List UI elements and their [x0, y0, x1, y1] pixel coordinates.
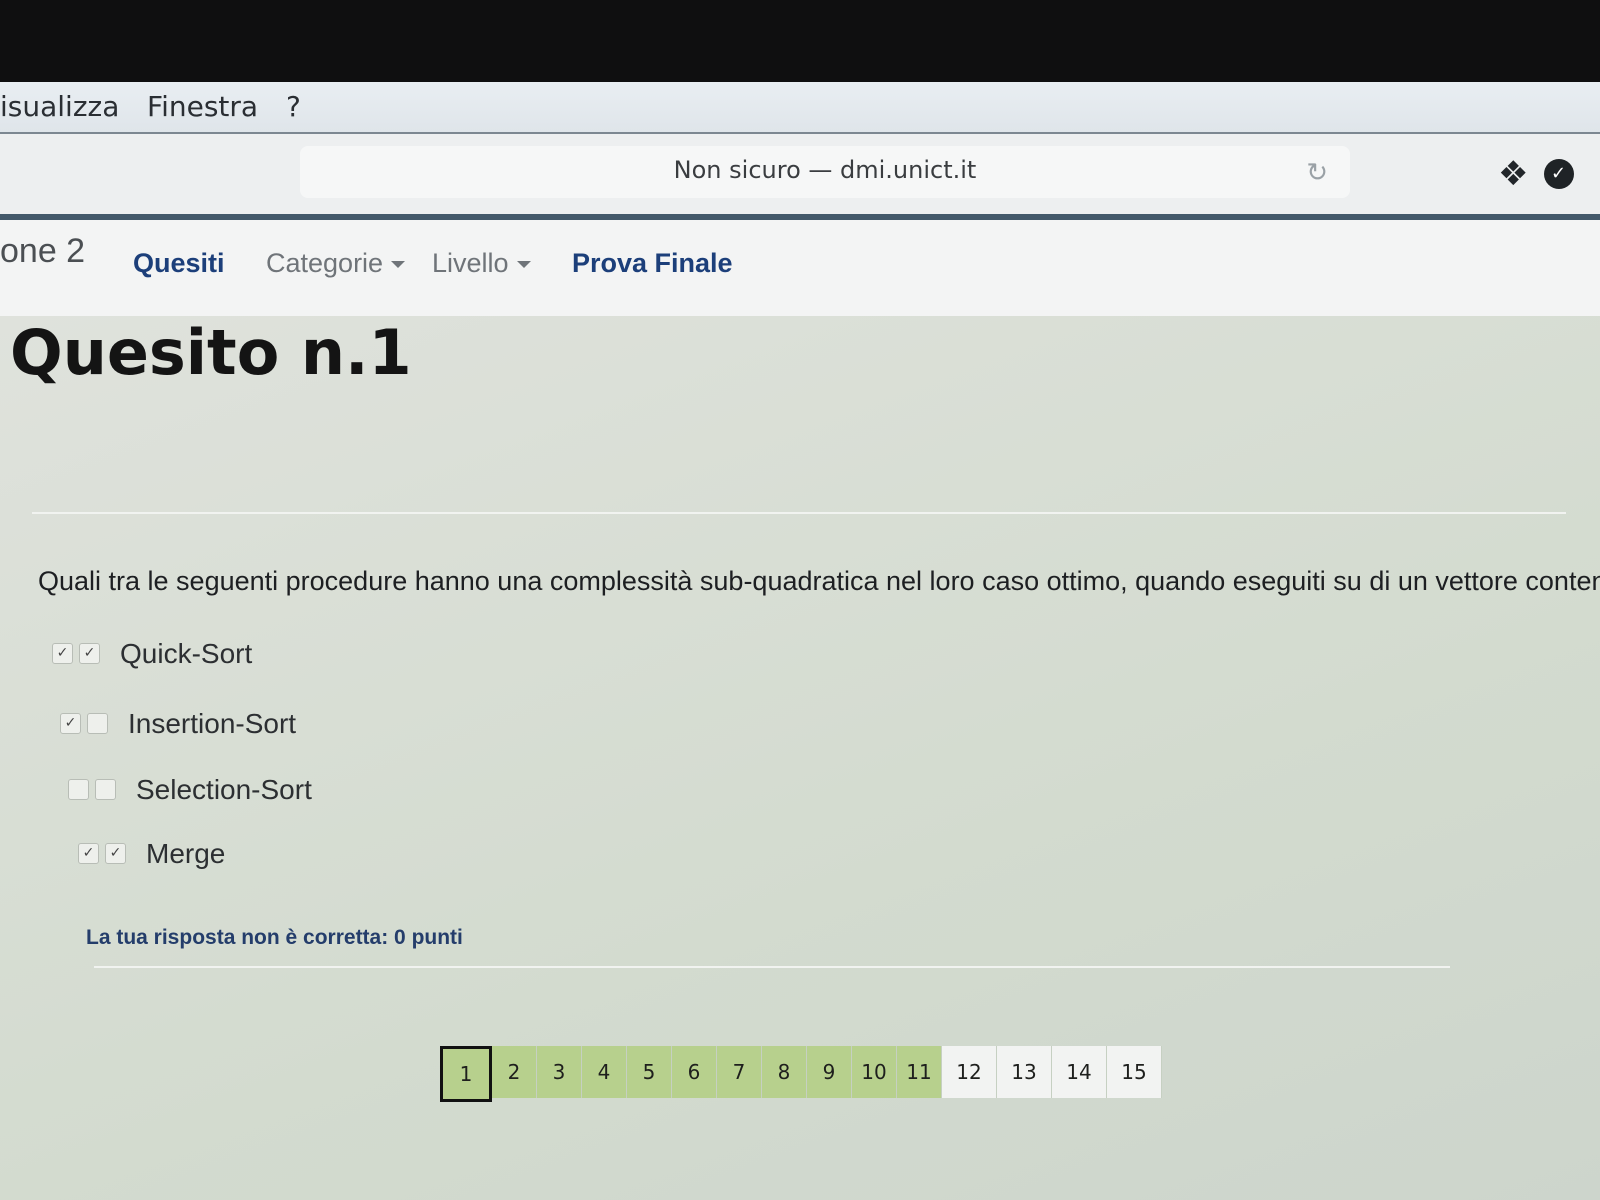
correct-key-checkbox: ✓	[60, 713, 81, 735]
nav-categorie-label: Categorie	[266, 248, 384, 278]
divider	[94, 966, 1450, 968]
site-navbar: one 2 Quesiti Categorie Livello Prova Fi…	[0, 220, 1600, 316]
answer-option[interactable]: ✓ ✓ Merge	[78, 836, 225, 876]
site-brand[interactable]: one 2	[0, 232, 85, 271]
menu-help[interactable]: ?	[286, 90, 301, 123]
page-button-10[interactable]: 10	[852, 1046, 897, 1098]
answer-feedback: La tua risposta non è corretta: 0 punti	[86, 926, 463, 949]
page-button-2[interactable]: 2	[492, 1046, 537, 1098]
answer-option-label: Selection-Sort	[136, 773, 312, 805]
page-button-15[interactable]: 15	[1107, 1046, 1162, 1098]
menubar: isualizza Finestra ?	[0, 82, 1600, 134]
check-extension-icon[interactable]: ✓	[1543, 159, 1574, 189]
page-button-6[interactable]: 6	[672, 1046, 717, 1098]
nav-quesiti[interactable]: Quesiti	[133, 248, 225, 279]
answer-option-label: Merge	[146, 837, 226, 869]
nav-categorie[interactable]: Categorie	[266, 248, 406, 279]
page-button-9[interactable]: 9	[807, 1046, 852, 1098]
answer-option-label: Insertion-Sort	[128, 707, 297, 739]
divider	[32, 512, 1566, 514]
page-button-1[interactable]: 1	[440, 1046, 492, 1102]
answer-option[interactable]: ✓ ✓ Quick-Sort	[52, 636, 252, 676]
answer-checkbox[interactable]: ✓	[79, 643, 100, 665]
page-button-8[interactable]: 8	[762, 1046, 807, 1098]
page-button-4[interactable]: 4	[582, 1046, 627, 1098]
dropbox-icon[interactable]: ❖	[1498, 154, 1528, 194]
answer-checkbox[interactable]	[95, 779, 116, 801]
nav-livello-label: Livello	[432, 248, 509, 278]
chevron-down-icon	[391, 261, 406, 269]
browser-toolbar: Non sicuro — dmi.unict.it ↻ ❖ ✓	[0, 134, 1600, 220]
extension-icons: ❖ ✓	[1498, 154, 1584, 194]
correct-key-checkbox	[68, 779, 89, 801]
question-pagination: 1 2 3 4 5 6 7 8 9 10 11 12 13 14 15	[440, 1046, 1162, 1102]
page-button-14[interactable]: 14	[1052, 1046, 1107, 1098]
page-button-7[interactable]: 7	[717, 1046, 762, 1098]
address-bar[interactable]: Non sicuro — dmi.unict.it ↻	[300, 146, 1350, 198]
nav-livello[interactable]: Livello	[432, 248, 531, 279]
question-text: Quali tra le seguenti procedure hanno un…	[38, 566, 1600, 596]
quiz-content: Quesito n.1 Quali tra le seguenti proced…	[0, 316, 1600, 1200]
answer-option[interactable]: ✓ Insertion-Sort	[60, 706, 296, 746]
correct-key-checkbox: ✓	[52, 643, 73, 665]
page-button-11[interactable]: 11	[897, 1046, 942, 1098]
nav-prova-finale[interactable]: Prova Finale	[572, 248, 733, 279]
answer-checkbox[interactable]: ✓	[105, 843, 126, 865]
page-button-5[interactable]: 5	[627, 1046, 672, 1098]
answer-option[interactable]: Selection-Sort	[68, 772, 312, 812]
correct-key-checkbox: ✓	[78, 843, 99, 865]
page-button-3[interactable]: 3	[537, 1046, 582, 1098]
page-title: Quesito n.1	[10, 316, 412, 389]
chevron-down-icon	[516, 261, 531, 269]
menu-visualizza[interactable]: isualizza	[0, 90, 119, 123]
menu-finestra[interactable]: Finestra	[147, 90, 258, 123]
screen: isualizza Finestra ? Non sicuro — dmi.un…	[0, 82, 1600, 1200]
address-url: Non sicuro — dmi.unict.it	[673, 156, 977, 184]
answer-option-label: Quick-Sort	[120, 637, 253, 669]
page-button-12[interactable]: 12	[942, 1046, 997, 1098]
answer-checkbox[interactable]	[87, 713, 108, 735]
page-button-13[interactable]: 13	[997, 1046, 1052, 1098]
reload-icon[interactable]: ↻	[1306, 158, 1328, 188]
